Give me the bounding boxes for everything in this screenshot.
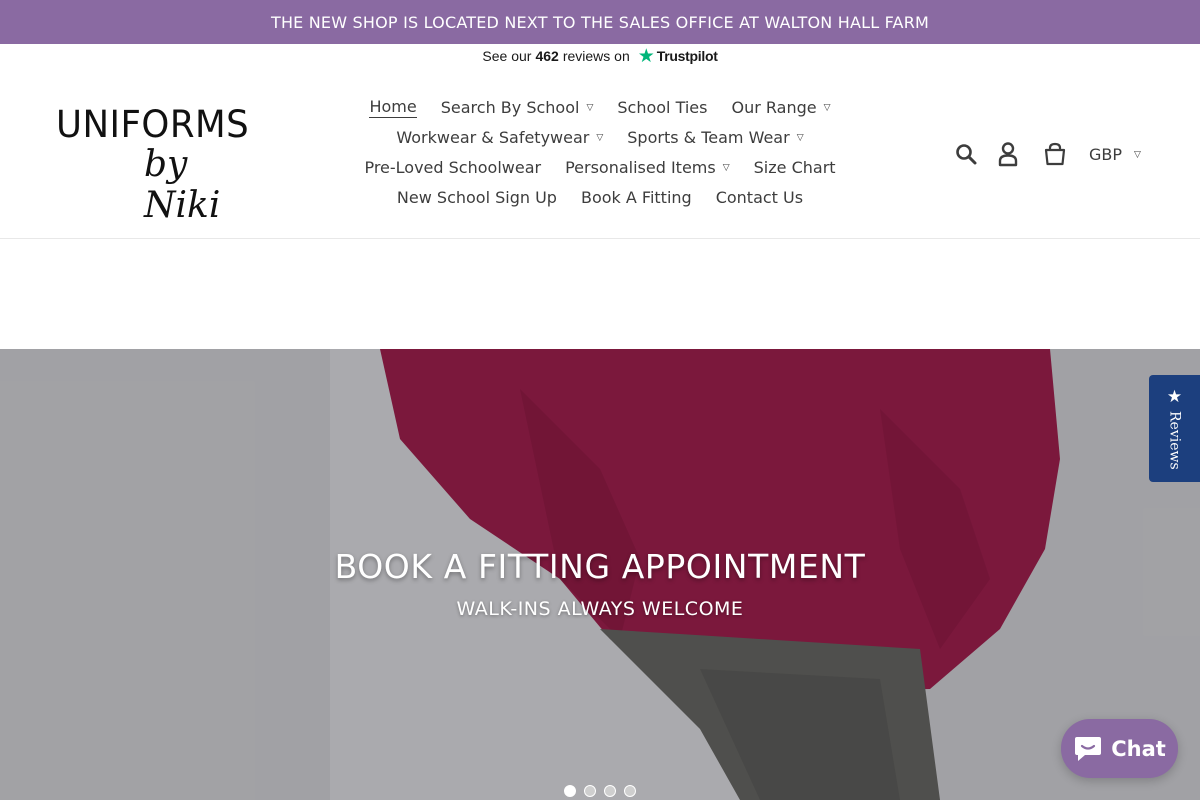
chat-button-label: Chat <box>1111 736 1166 761</box>
nav-item-label: Sports & Team Wear <box>627 127 790 147</box>
search-icon[interactable] <box>950 138 982 170</box>
nav-row: New School Sign Up Book A Fitting Contac… <box>330 182 870 212</box>
hero-title: BOOK A FITTING APPOINTMENT <box>334 547 866 586</box>
nav-row: Home Search By School ▽ School Ties Our … <box>330 92 870 122</box>
nav-item-size-chart[interactable]: Size Chart <box>754 158 836 177</box>
nav-item-label: Book A Fitting <box>580 187 692 207</box>
announcement-text: THE NEW SHOP IS LOCATED NEXT TO THE SALE… <box>270 12 930 32</box>
site-logo[interactable]: UNIFORMS by Niki <box>56 100 271 226</box>
star-icon: ★ <box>1166 387 1183 407</box>
nav-item-label: New School Sign Up <box>396 187 557 207</box>
nav-row: Workwear & Safetywear ▽ Sports & Team We… <box>330 122 870 152</box>
trustpilot-widget[interactable]: See our 462 reviews on ★ Trustpilot <box>0 44 1200 68</box>
slideshow-dots <box>0 785 1200 797</box>
logo-line-uniforms: UNIFORMS <box>56 103 250 146</box>
nav-item-personalised-items[interactable]: Personalised Items ▽ <box>565 158 730 177</box>
header-divider <box>0 238 1200 239</box>
star-icon: ★ <box>637 45 655 67</box>
currency-value: GBP <box>1089 144 1123 164</box>
nav-item-label: Workwear & Safetywear <box>396 127 590 147</box>
nav-item-label: Personalised Items <box>565 157 716 177</box>
cart-icon[interactable] <box>1039 138 1071 170</box>
trustpilot-review-count: 462 <box>535 48 559 64</box>
nav-item-sports-team-wear[interactable]: Sports & Team Wear ▽ <box>627 128 803 147</box>
nav-item-label: Search By School <box>440 97 580 117</box>
chevron-down-icon: ▽ <box>722 163 730 173</box>
nav-item-home[interactable]: Home <box>369 96 417 118</box>
nav-item-label: Contact Us <box>715 187 804 207</box>
slide-dot-2[interactable] <box>584 785 596 797</box>
hero-slideshow[interactable]: BOOK A FITTING APPOINTMENT WALK-INS ALWA… <box>0 349 1200 800</box>
logo-line-by-niki: by Niki <box>144 144 221 226</box>
chevron-down-icon: ▽ <box>596 133 604 143</box>
nav-row: Pre-Loved Schoolwear Personalised Items … <box>330 152 870 182</box>
slide-dot-1[interactable] <box>564 785 576 797</box>
nav-item-workwear[interactable]: Workwear & Safetywear ▽ <box>396 128 603 147</box>
chevron-down-icon: ▽ <box>1134 150 1141 160</box>
chevron-down-icon: ▽ <box>586 103 594 113</box>
nav-item-school-ties[interactable]: School Ties <box>617 98 707 117</box>
nav-item-label: School Ties <box>617 97 708 117</box>
main-navigation: Home Search By School ▽ School Ties Our … <box>330 92 870 212</box>
nav-item-new-school-sign-up[interactable]: New School Sign Up <box>397 188 557 207</box>
trustpilot-brand: Trustpilot <box>656 48 718 64</box>
slide-dot-3[interactable] <box>604 785 616 797</box>
chat-bubble-icon <box>1075 736 1102 761</box>
slide-dot-4[interactable] <box>624 785 636 797</box>
nav-item-label: Home <box>369 96 417 118</box>
reviews-tab[interactable]: ★ Reviews <box>1149 375 1200 482</box>
nav-item-book-a-fitting[interactable]: Book A Fitting <box>581 188 692 207</box>
header-tools: GBP ▽ <box>950 136 1141 172</box>
nav-item-our-range[interactable]: Our Range ▽ <box>731 98 830 117</box>
trustpilot-prefix: See our <box>482 48 532 64</box>
announcement-bar: THE NEW SHOP IS LOCATED NEXT TO THE SALE… <box>0 0 1200 44</box>
trustpilot-middle: reviews on <box>562 48 630 64</box>
hero-subtitle: WALK-INS ALWAYS WELCOME <box>456 598 744 620</box>
nav-item-label: Our Range <box>731 97 817 117</box>
nav-item-search-by-school[interactable]: Search By School ▽ <box>441 98 594 117</box>
currency-selector[interactable]: GBP ▽ <box>1089 145 1141 164</box>
chat-button[interactable]: Chat <box>1061 719 1178 778</box>
user-icon[interactable] <box>992 138 1024 170</box>
nav-item-pre-loved[interactable]: Pre-Loved Schoolwear <box>364 158 541 177</box>
nav-item-label: Pre-Loved Schoolwear <box>364 157 542 177</box>
chevron-down-icon: ▽ <box>796 133 804 143</box>
nav-item-label: Size Chart <box>753 157 836 177</box>
chevron-down-icon: ▽ <box>823 103 831 113</box>
reviews-tab-label: Reviews <box>1166 411 1183 470</box>
nav-item-contact-us[interactable]: Contact Us <box>716 188 803 207</box>
